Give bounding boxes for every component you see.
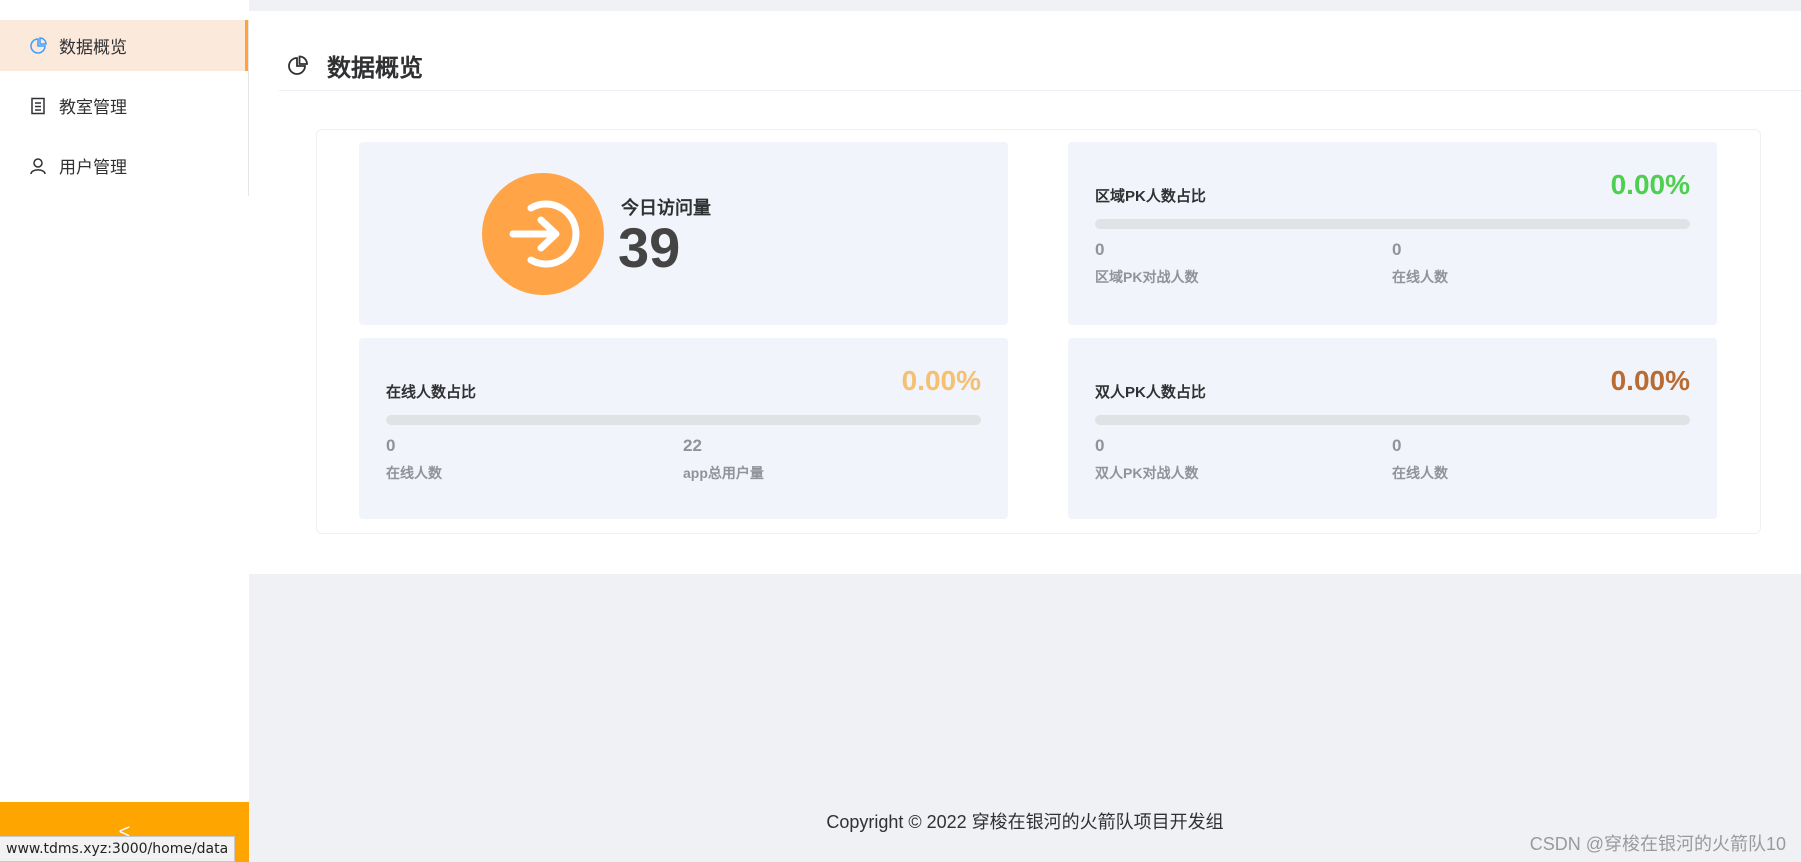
percent-value: 0.00% (1610, 365, 1690, 396)
stat-label: app总用户量 (683, 465, 764, 481)
sidebar-item-users[interactable]: 用户管理 (0, 140, 248, 191)
login-arrow-icon (482, 173, 604, 295)
stat-item: 0 区域PK对战人数 (1095, 239, 1198, 287)
stat-item: 0 双人PK对战人数 (1095, 435, 1198, 483)
progress-bar (1095, 415, 1690, 425)
stat-value: 0 (1095, 240, 1105, 259)
stat-item: 22 app总用户量 (683, 435, 764, 483)
stat-value: 22 (683, 436, 702, 455)
sidebar-item-data-overview[interactable]: 数据概览 (0, 20, 248, 71)
card-title: 在线人数占比 (386, 384, 477, 401)
stat-value: 0 (386, 436, 396, 455)
sidebar-menu: 数据概览 教室管理 用户管理 (0, 20, 249, 196)
progress-bar (1095, 219, 1690, 229)
document-icon (28, 96, 48, 116)
page-title: 数据概览 (327, 55, 423, 82)
stat-value: 0 (1392, 436, 1402, 455)
pie-chart-icon (287, 55, 309, 77)
stat-item: 0 在线人数 (1392, 239, 1448, 287)
visits-card: 今日访问量 39 (359, 142, 1008, 325)
sidebar-item-label: 数据概览 (59, 38, 127, 57)
status-bar-url: www.tdms.xyz:3000/home/data (0, 836, 236, 862)
region-pk-card: 区域PK人数占比 0.00% 0 区域PK对战人数 0 在线人数 (1068, 142, 1717, 325)
online-card: 在线人数占比 0.00% 0 在线人数 22 app总用户量 (359, 338, 1008, 519)
sidebar: 数据概览 教室管理 用户管理 < (0, 0, 249, 862)
top-strip (249, 0, 1801, 11)
user-icon (28, 156, 48, 176)
sidebar-item-label: 教室管理 (59, 98, 127, 117)
stat-label: 双人PK对战人数 (1095, 465, 1199, 481)
progress-bar (386, 415, 981, 425)
stat-value: 0 (1095, 436, 1105, 455)
stat-label: 在线人数 (1392, 465, 1448, 481)
visits-value: 39 (618, 216, 681, 279)
percent-value: 0.00% (901, 365, 981, 396)
pie-chart-icon (28, 36, 48, 56)
stat-value: 0 (1392, 240, 1402, 259)
stat-item: 0 在线人数 (386, 435, 442, 483)
page-header: 数据概览 (279, 41, 1801, 91)
stat-label: 在线人数 (1392, 269, 1448, 285)
stat-label: 在线人数 (386, 465, 442, 481)
percent-value: 0.00% (1610, 169, 1690, 200)
duo-pk-card: 双人PK人数占比 0.00% 0 双人PK对战人数 0 在线人数 (1068, 338, 1717, 519)
stat-item: 0 在线人数 (1392, 435, 1448, 483)
stat-label: 区域PK对战人数 (1095, 269, 1199, 285)
card-title: 区域PK人数占比 (1095, 188, 1206, 205)
watermark: CSDN @穿梭在银河的火箭队10 (1529, 834, 1786, 854)
sidebar-item-classroom[interactable]: 教室管理 (0, 80, 248, 131)
card-title: 双人PK人数占比 (1095, 384, 1206, 401)
sidebar-item-label: 用户管理 (59, 158, 127, 177)
